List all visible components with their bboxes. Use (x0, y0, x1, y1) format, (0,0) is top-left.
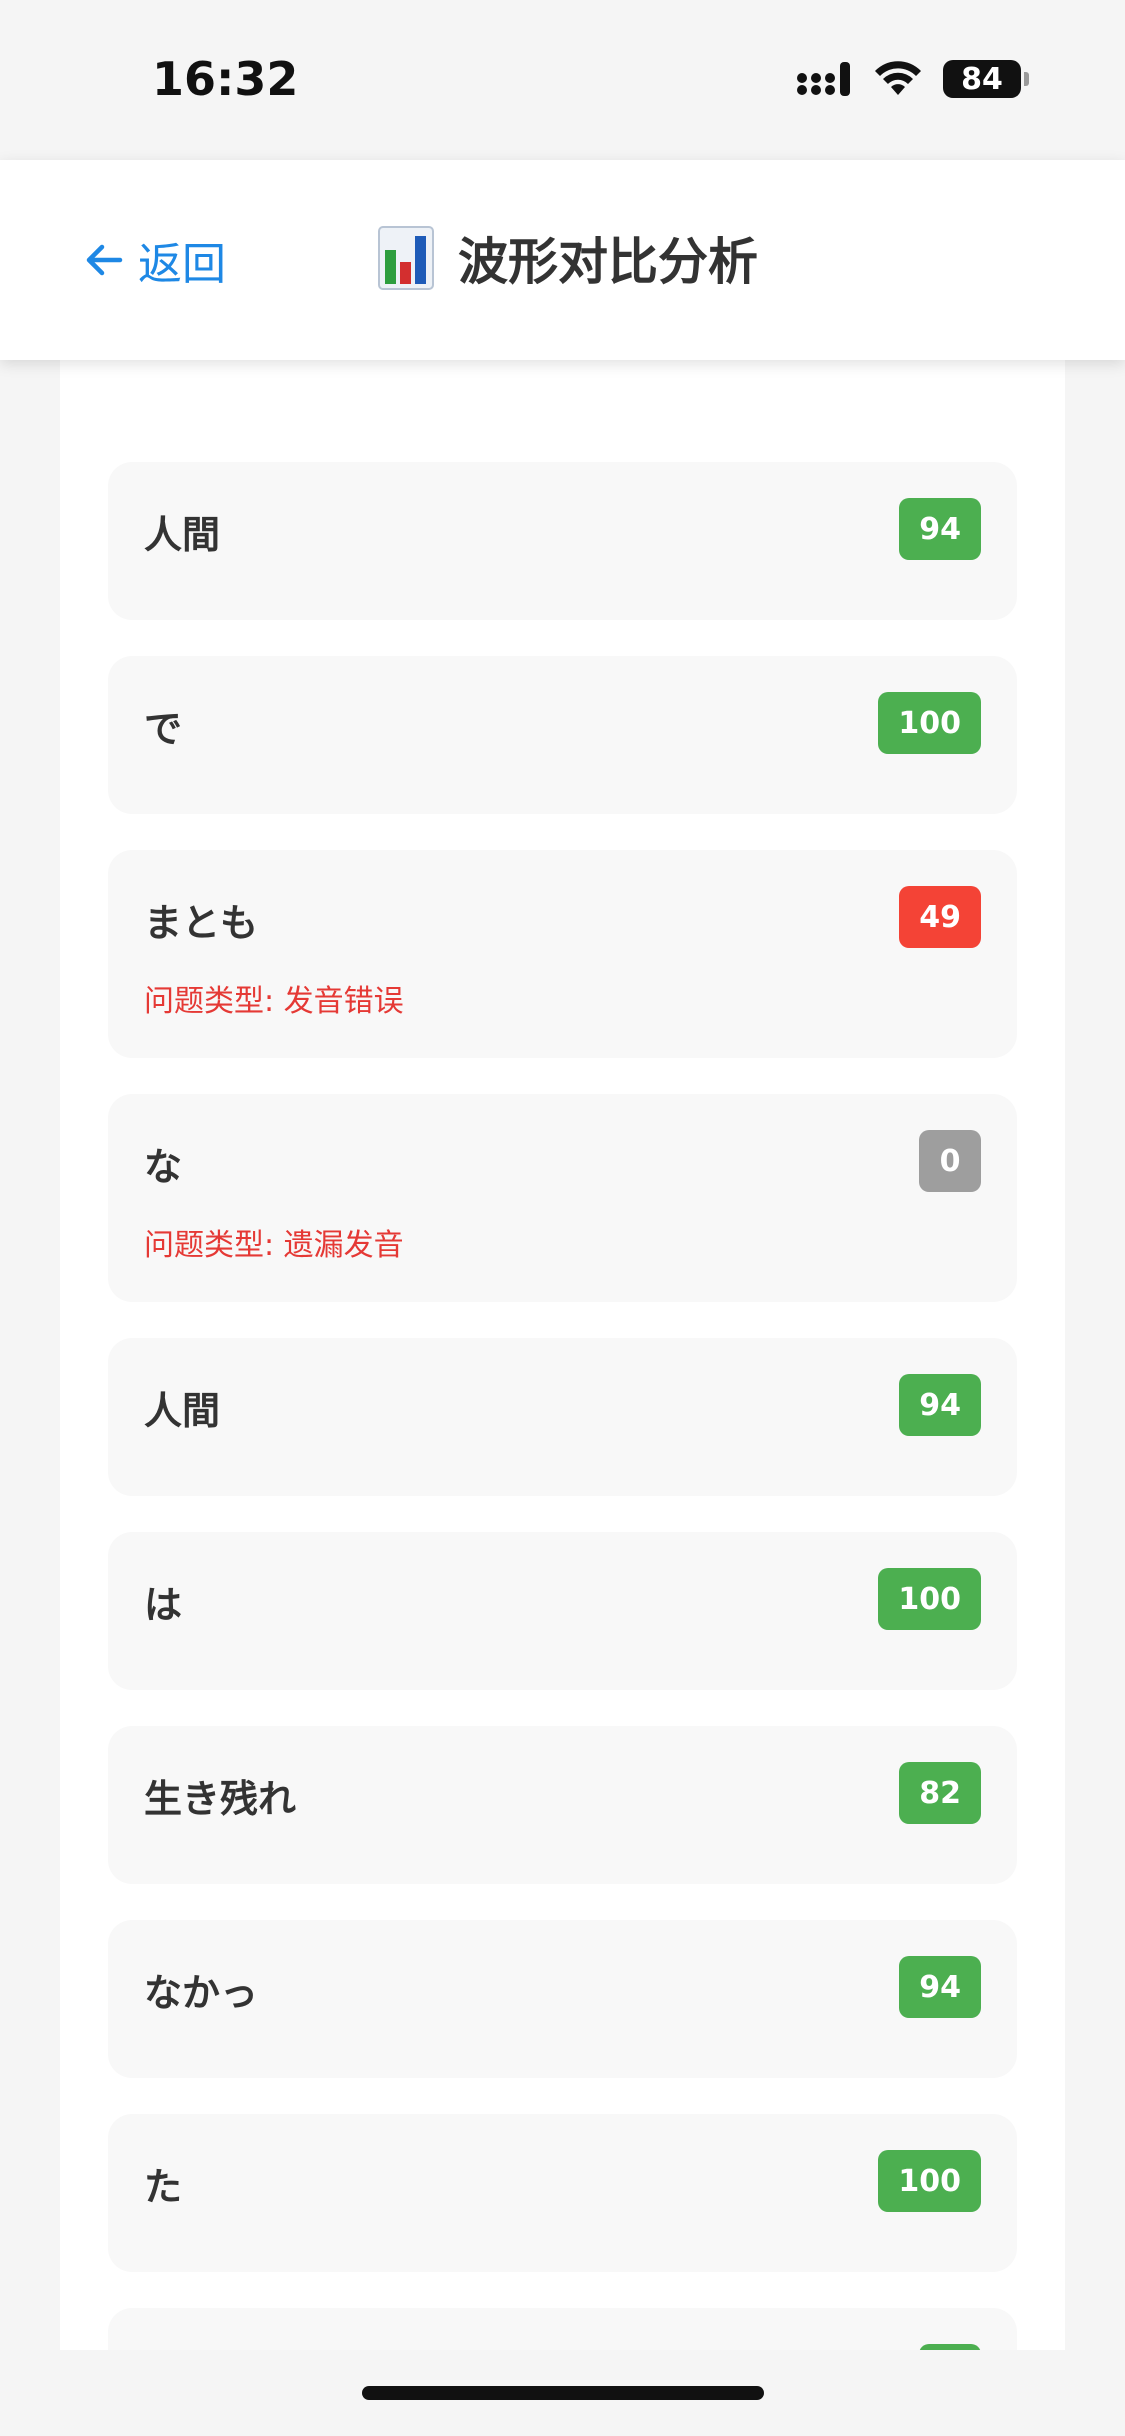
status-time: 16:32 (152, 52, 299, 106)
list-item: で 100 (108, 656, 1017, 814)
score-badge: 49 (899, 886, 981, 948)
word-text: 生き残れ (144, 1777, 297, 1821)
word-text: な (144, 1145, 183, 1189)
back-label: 返回 (138, 239, 226, 290)
battery-icon: 84 (943, 60, 1029, 98)
cellular-signal-icon (797, 62, 850, 96)
word-text: まとも (144, 901, 259, 945)
word-text: なかっ (144, 1971, 259, 2015)
list-item (108, 2308, 1017, 2350)
back-button[interactable]: 返回 (84, 228, 226, 292)
bar-chart-icon (378, 226, 434, 290)
word-text: た (144, 2165, 183, 2209)
list-item: 生き残れ 82 (108, 1726, 1017, 1884)
word-text: 人間 (144, 513, 221, 557)
list-item: まとも 49 问题类型: 发音错误 (108, 850, 1017, 1058)
word-text: は (144, 1583, 183, 1627)
score-badge: 0 (919, 1130, 981, 1192)
issue-type-text: 问题类型: 遗漏发音 (144, 1228, 404, 1263)
score-badge: 100 (878, 2150, 981, 2212)
back-arrow-icon (86, 244, 123, 276)
score-badge: 82 (899, 1762, 981, 1824)
score-badge: 100 (878, 692, 981, 754)
list-item: は 100 (108, 1532, 1017, 1690)
score-badge: 94 (899, 1956, 981, 2018)
word-text: 人間 (144, 1389, 221, 1433)
list-item: 人間 94 (108, 1338, 1017, 1496)
list-item: なかっ 94 (108, 1920, 1017, 2078)
battery-level: 84 (961, 61, 1003, 97)
list-item: 人間 94 (108, 462, 1017, 620)
status-icons: 84 (797, 60, 1029, 98)
page-header: 返回 波形对比分析 (0, 160, 1125, 360)
word-score-list[interactable]: 人間 94 で 100 まとも 49 问题类型: 发音错误 な 0 问题类型: … (60, 160, 1065, 2350)
status-bar: 16:32 84 (0, 0, 1125, 160)
page-title: 波形对比分析 (458, 233, 758, 291)
score-badge: 100 (878, 1568, 981, 1630)
list-item: な 0 问题类型: 遗漏发音 (108, 1094, 1017, 1302)
word-text: で (144, 707, 183, 751)
home-indicator[interactable] (362, 2386, 764, 2400)
list-item: た 100 (108, 2114, 1017, 2272)
score-badge (919, 2344, 981, 2350)
battery-cap (1024, 72, 1029, 86)
issue-type-text: 问题类型: 发音错误 (144, 984, 404, 1019)
score-badge: 94 (899, 498, 981, 560)
header-title-group: 波形对比分析 (378, 222, 758, 294)
wifi-icon (875, 61, 921, 95)
score-badge: 94 (899, 1374, 981, 1436)
